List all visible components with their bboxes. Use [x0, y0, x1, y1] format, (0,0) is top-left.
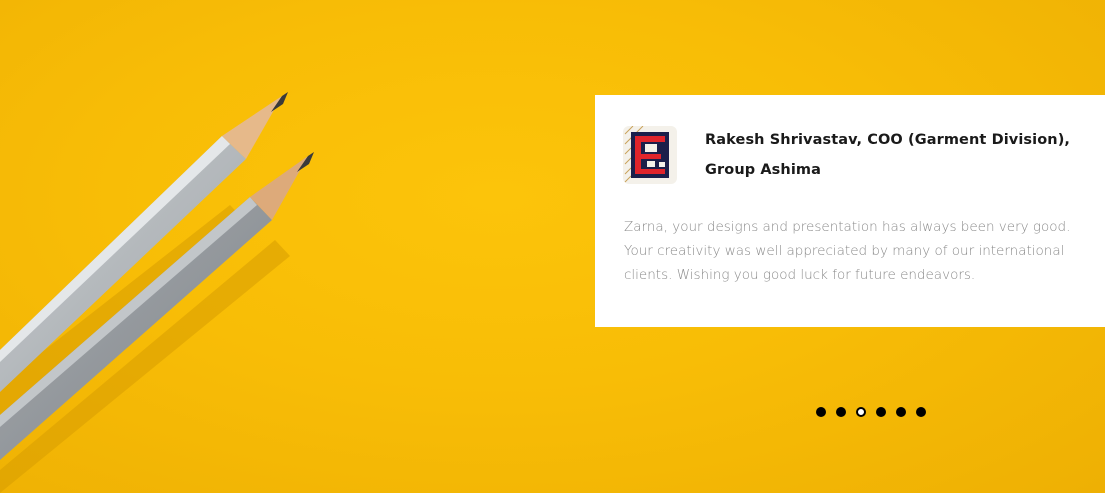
pencils-image — [0, 92, 314, 493]
testimonial-author: Rakesh Shrivastav, COO (Garment Division… — [705, 132, 1071, 178]
testimonial-quote: Zarna, your designs and presentation has… — [624, 219, 1071, 283]
testimonial-section: Rakesh Shrivastav, COO (Garment Division… — [0, 0, 1105, 493]
carousel-dot-2[interactable] — [836, 407, 846, 417]
carousel-dot-6[interactable] — [916, 407, 926, 417]
carousel-dot-3-active[interactable] — [856, 407, 866, 417]
carousel-dot-4[interactable] — [876, 407, 886, 417]
carousel-pagination — [816, 407, 926, 417]
ashima-logo-icon — [623, 126, 677, 184]
carousel-dot-5[interactable] — [896, 407, 906, 417]
carousel-dot-1[interactable] — [816, 407, 826, 417]
testimonial-card: Rakesh Shrivastav, COO (Garment Division… — [595, 95, 1105, 327]
